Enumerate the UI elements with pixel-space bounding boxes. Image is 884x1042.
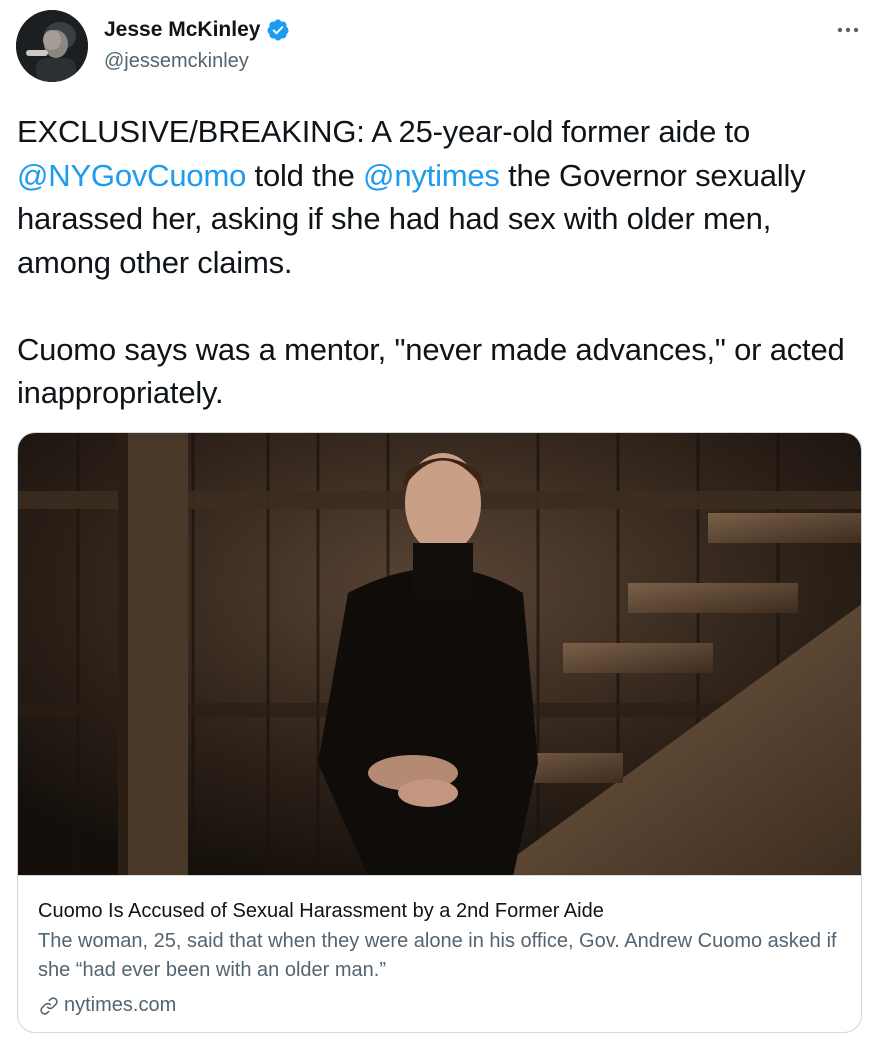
author-info: Jesse McKinley @jessemckinley — [104, 16, 290, 73]
card-body: Cuomo Is Accused of Sexual Harassment by… — [38, 897, 843, 1017]
mention-nytimes[interactable]: @nytimes — [363, 158, 500, 193]
card-domain-row: nytimes.com — [38, 994, 843, 1017]
tweet-paragraph-2: Cuomo says was a mentor, "never made adv… — [17, 331, 845, 411]
author-display-name[interactable]: Jesse McKinley — [104, 18, 260, 42]
profile-photo-icon — [16, 10, 88, 82]
more-horizontal-icon[interactable] — [834, 16, 862, 44]
display-name-row: Jesse McKinley — [104, 16, 290, 44]
card-image[interactable] — [18, 433, 861, 876]
tweet-text: EXCLUSIVE/BREAKING: A 25-year-old former… — [17, 110, 867, 415]
verified-badge-icon — [266, 18, 290, 42]
mention-nygovcuomo[interactable]: @NYGovCuomo — [17, 158, 246, 193]
tweet-text-part-1: EXCLUSIVE/BREAKING: A 25-year-old former… — [17, 114, 750, 149]
tweet-paragraph-1: EXCLUSIVE/BREAKING: A 25-year-old former… — [17, 110, 867, 284]
author-avatar[interactable] — [16, 10, 88, 82]
tweet: Jesse McKinley @jessemckinley EXCLUSIVE/… — [0, 0, 884, 1042]
link-icon — [38, 995, 60, 1017]
link-preview-card[interactable]: Cuomo Is Accused of Sexual Harassment by… — [17, 432, 862, 1033]
author-handle[interactable]: @jessemckinley — [104, 50, 290, 73]
card-description: The woman, 25, said that when they were … — [38, 930, 837, 981]
article-photo — [18, 433, 861, 875]
card-domain: nytimes.com — [64, 994, 177, 1016]
tweet-text-part-2: told the — [246, 157, 364, 193]
card-title[interactable]: Cuomo Is Accused of Sexual Harassment by… — [38, 897, 843, 925]
